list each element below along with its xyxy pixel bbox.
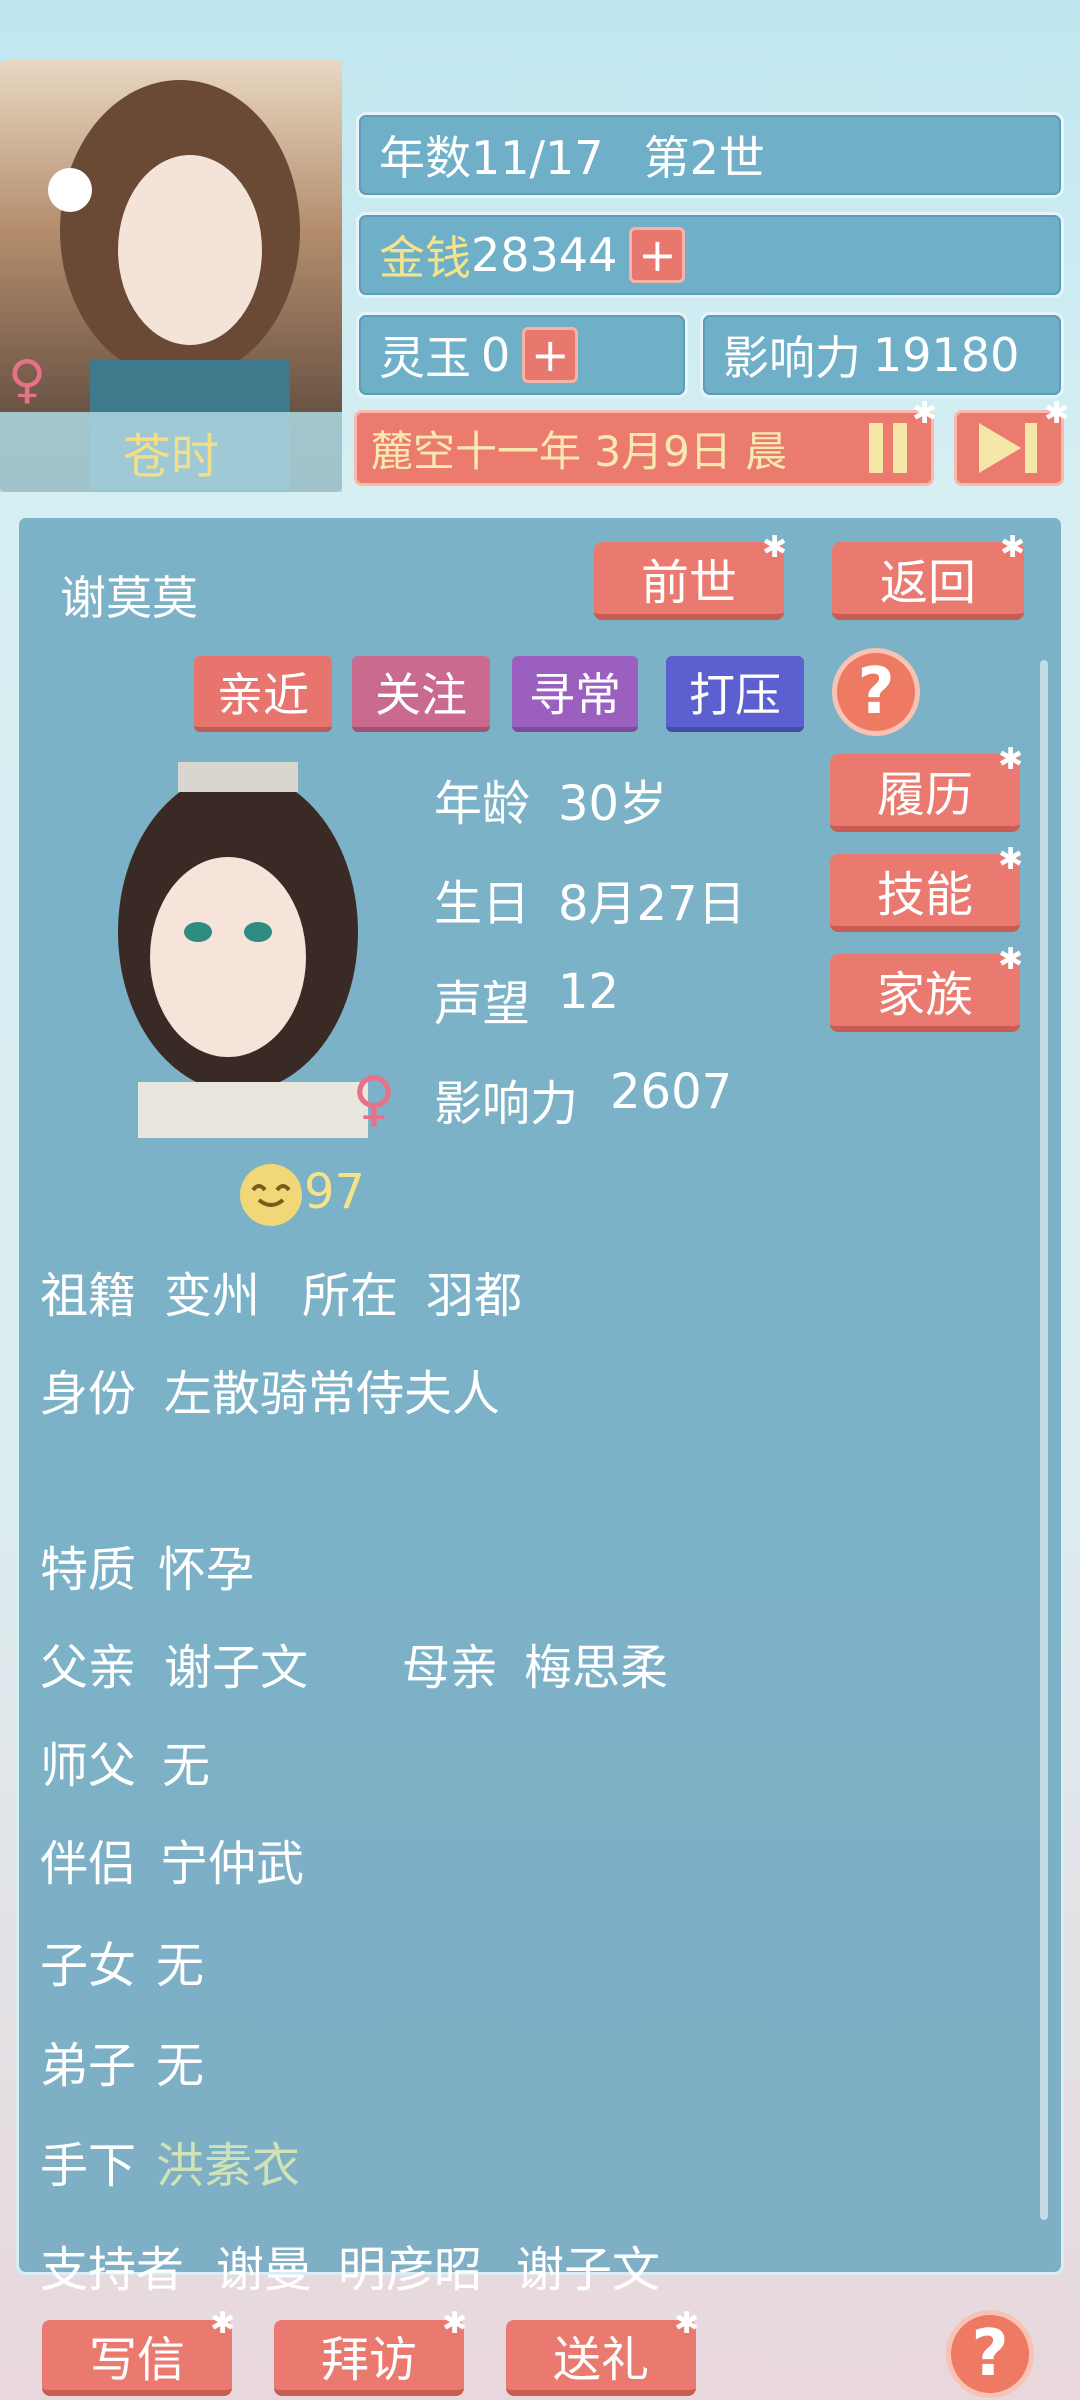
scrollbar[interactable]: [1040, 660, 1048, 2220]
money-value: 28344: [471, 228, 618, 282]
resume-button[interactable]: 履历: [830, 754, 1020, 832]
visit-button[interactable]: 拜访: [274, 2320, 464, 2396]
player-name-plate: 苍时: [0, 412, 342, 492]
partner-value[interactable]: 宁仲武: [160, 1824, 304, 1894]
master-label: 师父: [40, 1738, 137, 1794]
character-gender-icon: ♀: [352, 1064, 396, 1134]
sparkle-icon: ✱: [442, 2306, 468, 2341]
trait-label: 特质: [40, 1542, 137, 1598]
master-value: 无: [162, 1738, 211, 1794]
add-jade-button[interactable]: +: [522, 327, 579, 383]
sparkle-icon: ✱: [762, 530, 788, 565]
sparkle-icon: ✱: [674, 2306, 700, 2341]
disciple-label: 弟子: [40, 2038, 137, 2094]
children-label: 子女: [40, 1938, 137, 1994]
influence-bar: 影响力 19180: [700, 312, 1064, 398]
supporter-1[interactable]: 谢曼: [216, 2230, 312, 2300]
age-value: 30岁: [558, 776, 668, 832]
subordinate-label: 手下: [40, 2138, 137, 2194]
generation-label: 第2世: [643, 131, 765, 185]
char-influence-label: 影响力: [434, 1076, 579, 1132]
mother-value[interactable]: 梅思柔: [524, 1628, 668, 1698]
disciple-value: 无: [156, 2038, 205, 2094]
reputation-value: 12: [558, 964, 620, 1020]
reputation-label: 声望: [434, 976, 531, 1032]
subordinate-value[interactable]: 洪素衣: [156, 2126, 300, 2196]
player-name: 苍时: [122, 429, 219, 485]
supporter-3[interactable]: 谢子文: [516, 2230, 660, 2300]
influence-label: 影响力: [723, 331, 861, 385]
location-label: 所在: [302, 1268, 399, 1324]
age-label: 年龄: [434, 776, 531, 832]
influence-value: 19180: [873, 328, 1020, 382]
help-button[interactable]: ?: [832, 648, 920, 736]
location-value: 羽都: [426, 1268, 523, 1324]
jade-label: 灵玉: [379, 331, 471, 385]
date-bar: 麓空十一年 3月9日 晨: [354, 410, 934, 486]
year-label: 年数11/17: [379, 131, 604, 185]
birthday-label: 生日: [434, 876, 531, 932]
footer-help-button[interactable]: ?: [946, 2310, 1034, 2398]
back-button[interactable]: 返回: [832, 542, 1024, 620]
partner-label: 伴侣: [40, 1836, 137, 1892]
father-label: 父亲: [40, 1640, 137, 1696]
gift-button[interactable]: 送礼: [506, 2320, 696, 2396]
skill-button[interactable]: 技能: [830, 854, 1020, 932]
date-label: 麓空十一年 3月9日 晨: [371, 426, 788, 476]
skip-icon: [979, 423, 1037, 473]
trait-value[interactable]: 怀孕: [158, 1530, 254, 1600]
hometown-label: 祖籍: [40, 1268, 137, 1324]
jade-bar: 灵玉 0 +: [356, 312, 688, 398]
sparkle-icon: ✱: [1044, 396, 1070, 431]
father-value[interactable]: 谢子文: [164, 1628, 308, 1698]
sparkle-icon: ✱: [998, 842, 1024, 877]
year-bar: 年数11/17 第2世: [356, 112, 1064, 198]
family-button[interactable]: 家族: [830, 954, 1020, 1032]
supporter-2[interactable]: 明彦昭: [338, 2230, 482, 2300]
add-money-button[interactable]: +: [629, 227, 686, 283]
player-gender-icon: ♀: [8, 350, 47, 410]
sparkle-icon: ✱: [912, 396, 938, 431]
mother-label: 母亲: [402, 1640, 499, 1696]
children-value: 无: [156, 1938, 205, 1994]
money-bar: 金钱 28344 +: [356, 212, 1064, 298]
identity-label: 身份: [40, 1366, 137, 1422]
tag-suppress[interactable]: 打压: [666, 656, 804, 732]
sparkle-icon: ✱: [210, 2306, 236, 2341]
letter-button[interactable]: 写信: [42, 2320, 232, 2396]
birthday-value: 8月27日: [558, 876, 746, 932]
supporter-label: 支持者: [40, 2242, 185, 2298]
mood-icon: [240, 1164, 302, 1226]
prev-life-button[interactable]: 前世: [594, 542, 784, 620]
char-influence-value: 2607: [610, 1064, 733, 1120]
jade-value: 0: [481, 328, 511, 382]
money-label: 金钱: [379, 231, 471, 285]
hometown-value: 变州: [164, 1268, 261, 1324]
sparkle-icon: ✱: [998, 942, 1024, 977]
identity-value: 左散骑常侍夫人: [164, 1366, 501, 1422]
mood-value: 97: [304, 1164, 366, 1220]
tag-ordinary[interactable]: 寻常: [512, 656, 638, 732]
sparkle-icon: ✱: [1000, 530, 1026, 565]
tag-close[interactable]: 亲近: [194, 656, 332, 732]
tag-attention[interactable]: 关注: [352, 656, 490, 732]
pause-icon[interactable]: [869, 423, 907, 473]
character-name: 谢莫莫: [60, 571, 198, 625]
sparkle-icon: ✱: [998, 742, 1024, 777]
